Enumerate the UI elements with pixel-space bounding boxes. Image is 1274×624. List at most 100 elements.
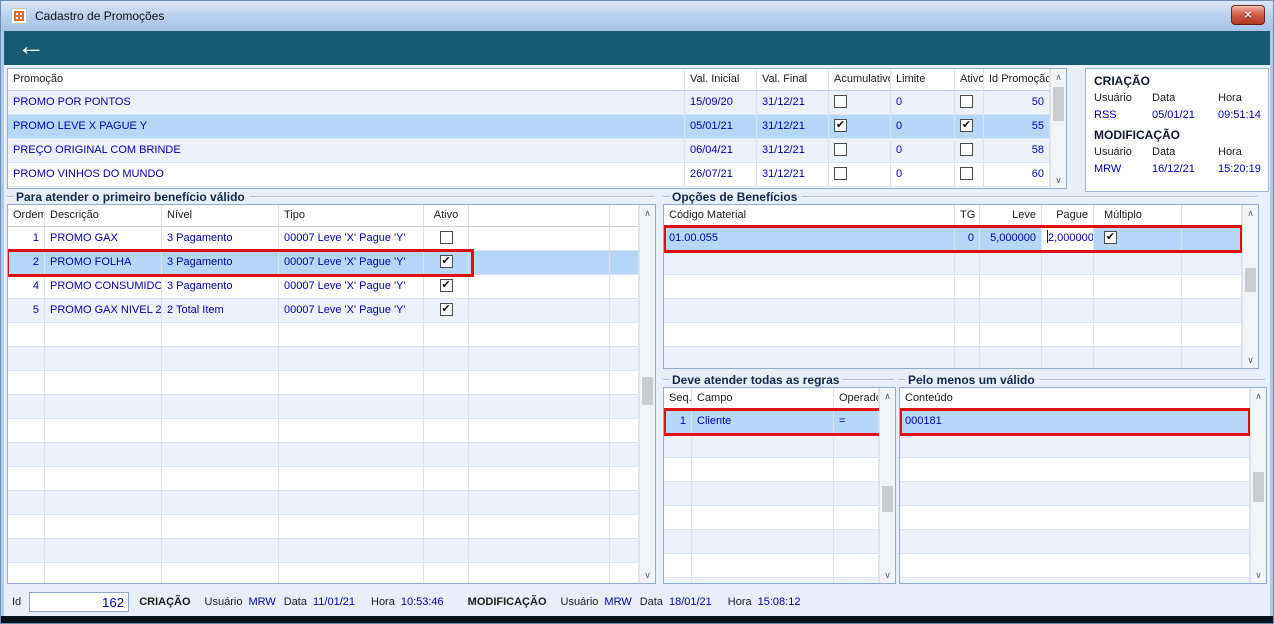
table-filler-row[interactable]	[664, 434, 879, 458]
table-filler-row[interactable]	[664, 299, 1242, 323]
table-filler-row[interactable]	[664, 458, 879, 482]
table-filler-row[interactable]	[664, 251, 1242, 275]
id-input[interactable]	[29, 592, 130, 612]
table-row[interactable]: 4 PROMO CONSUMIDOR 3 Pagamento 00007 Leve '…	[8, 275, 639, 299]
scroll-track[interactable]	[1051, 85, 1066, 172]
scroll-thumb[interactable]	[642, 376, 653, 405]
table-row[interactable]: PROMO LEVE X PAGUE Y 05/01/21 31/12/21 ✔ 0 ✔ 5…	[8, 115, 1050, 139]
scroll-thumb[interactable]	[882, 485, 893, 512]
table-filler-row[interactable]	[8, 515, 639, 539]
scroll-up-arrow[interactable]: ∧	[1051, 69, 1066, 85]
scroll-track[interactable]	[1243, 221, 1258, 352]
checkbox-unchecked[interactable]	[834, 95, 847, 108]
table-cell: PROMO FOLHA	[45, 251, 162, 275]
checkbox-unchecked[interactable]	[834, 167, 847, 180]
valid-scrollbar[interactable]: ∧ ∨	[1250, 388, 1266, 583]
checkbox-checked[interactable]: ✔	[1104, 231, 1117, 244]
inline-edit-cell[interactable]: 2,000000	[1042, 227, 1094, 251]
scroll-down-arrow[interactable]: ∨	[880, 567, 895, 583]
scroll-up-arrow[interactable]: ∧	[880, 388, 895, 404]
table-filler-row[interactable]	[8, 419, 639, 443]
table-cell	[955, 347, 980, 368]
table-filler-row[interactable]	[900, 554, 1250, 578]
checkbox-checked[interactable]: ✔	[439, 279, 453, 292]
table-cell	[469, 395, 610, 419]
table-cell	[1042, 347, 1094, 368]
table-cell: 1	[8, 227, 45, 251]
table-row[interactable]: 2 PROMO FOLHA 3 Pagamento 00007 Leve 'X' Pa…	[8, 249, 639, 277]
table-filler-row[interactable]	[8, 491, 639, 515]
checkbox-checked[interactable]: ✔	[439, 303, 453, 316]
column-header: Conteúdo	[900, 388, 1250, 410]
scroll-thumb[interactable]	[1253, 472, 1264, 503]
table-filler-row[interactable]	[664, 347, 1242, 368]
table-filler-row[interactable]	[664, 578, 879, 583]
back-button[interactable]: ←	[17, 31, 45, 61]
benefit-scrollbar[interactable]: ∧ ∨	[639, 205, 655, 583]
table-filler-row[interactable]	[8, 539, 639, 563]
table-filler-row[interactable]	[664, 554, 879, 578]
table-filler-row[interactable]	[8, 347, 639, 371]
table-filler-row[interactable]	[900, 482, 1250, 506]
scroll-up-arrow[interactable]: ∧	[1243, 205, 1258, 221]
table-filler-row[interactable]	[900, 578, 1250, 583]
table-cell	[610, 467, 639, 491]
scroll-track[interactable]	[880, 404, 895, 567]
table-filler-row[interactable]	[8, 467, 639, 491]
table-row[interactable]: PROMO POR PONTOS 15/09/20 31/12/21 0 50	[8, 91, 1050, 115]
table-cell	[1042, 299, 1094, 323]
table-filler-row[interactable]	[8, 371, 639, 395]
table-row[interactable]: PROMO VINHOS DO MUNDO 26/07/21 31/12/21 0 60	[8, 163, 1050, 187]
scroll-down-arrow[interactable]: ∨	[1243, 352, 1258, 368]
scroll-up-arrow[interactable]: ∧	[1251, 388, 1266, 404]
scroll-down-arrow[interactable]: ∨	[1251, 567, 1266, 583]
table-row[interactable]: PREÇO ORIGINAL COM BRINDE 06/04/21 31/12/2…	[8, 139, 1050, 163]
scroll-down-arrow[interactable]: ∨	[640, 567, 655, 583]
table-row[interactable]: 000181VENDEDOR PADRÃO	[900, 408, 1250, 436]
checkbox-unchecked[interactable]	[960, 95, 973, 108]
table-filler-row[interactable]	[900, 506, 1250, 530]
table-cell	[162, 419, 279, 443]
table-filler-row[interactable]	[8, 563, 639, 583]
checkbox-checked[interactable]: ✔	[834, 119, 847, 132]
table-filler-row[interactable]	[900, 530, 1250, 554]
table-row[interactable]: 1 Cliente =	[664, 408, 879, 436]
table-row[interactable]: 01.00.055FOLHA A4 PAPEL05,0000002,000000…	[664, 225, 1242, 253]
table-filler-row[interactable]	[900, 458, 1250, 482]
checkbox-checked[interactable]: ✔	[960, 119, 973, 132]
options-scrollbar[interactable]: ∧ ∨	[1242, 205, 1258, 368]
table-cell: 5,000000	[980, 227, 1042, 251]
table-filler-row[interactable]	[664, 482, 879, 506]
table-filler-row[interactable]	[664, 530, 879, 554]
table-row[interactable]: 1 PROMO GAX 3 Pagamento 00007 Leve 'X' Pagu…	[8, 227, 639, 251]
table-filler-row[interactable]	[900, 434, 1250, 458]
table-filler-row[interactable]	[8, 395, 639, 419]
checkbox-unchecked[interactable]	[960, 143, 973, 156]
scroll-up-arrow[interactable]: ∧	[640, 205, 655, 221]
checkbox-unchecked[interactable]	[834, 143, 847, 156]
scroll-track[interactable]	[640, 221, 655, 567]
table-row[interactable]: 5 PROMO GAX NIVEL 22 Total Item 00007 Leve…	[8, 299, 639, 323]
rules-scrollbar[interactable]: ∧ ∨	[879, 388, 895, 583]
scroll-down-arrow[interactable]: ∨	[1051, 172, 1066, 188]
table-filler-row[interactable]	[664, 506, 879, 530]
app-icon	[11, 8, 27, 24]
scroll-track[interactable]	[1251, 404, 1266, 567]
table-cell	[8, 323, 45, 347]
checkbox-unchecked[interactable]	[439, 231, 453, 244]
scroll-thumb[interactable]	[1245, 268, 1256, 293]
promotions-scrollbar[interactable]: ∧ ∨	[1050, 69, 1066, 188]
table-cell	[279, 443, 424, 467]
table-filler-row[interactable]	[664, 323, 1242, 347]
close-button[interactable]: ×	[1231, 5, 1265, 25]
checkbox-unchecked[interactable]	[960, 167, 973, 180]
table-cell	[980, 299, 1042, 323]
table-filler-row[interactable]	[664, 275, 1242, 299]
checkbox-checked[interactable]: ✔	[439, 255, 453, 268]
table-filler-row[interactable]	[8, 323, 639, 347]
column-header: Acumulativo	[829, 69, 891, 91]
table-cell	[980, 323, 1042, 347]
table-filler-row[interactable]	[8, 443, 639, 467]
valid-grid: Conteúdo000181VENDEDOR PADRÃO ∧ ∨	[899, 387, 1267, 584]
scroll-thumb[interactable]	[1053, 87, 1064, 121]
